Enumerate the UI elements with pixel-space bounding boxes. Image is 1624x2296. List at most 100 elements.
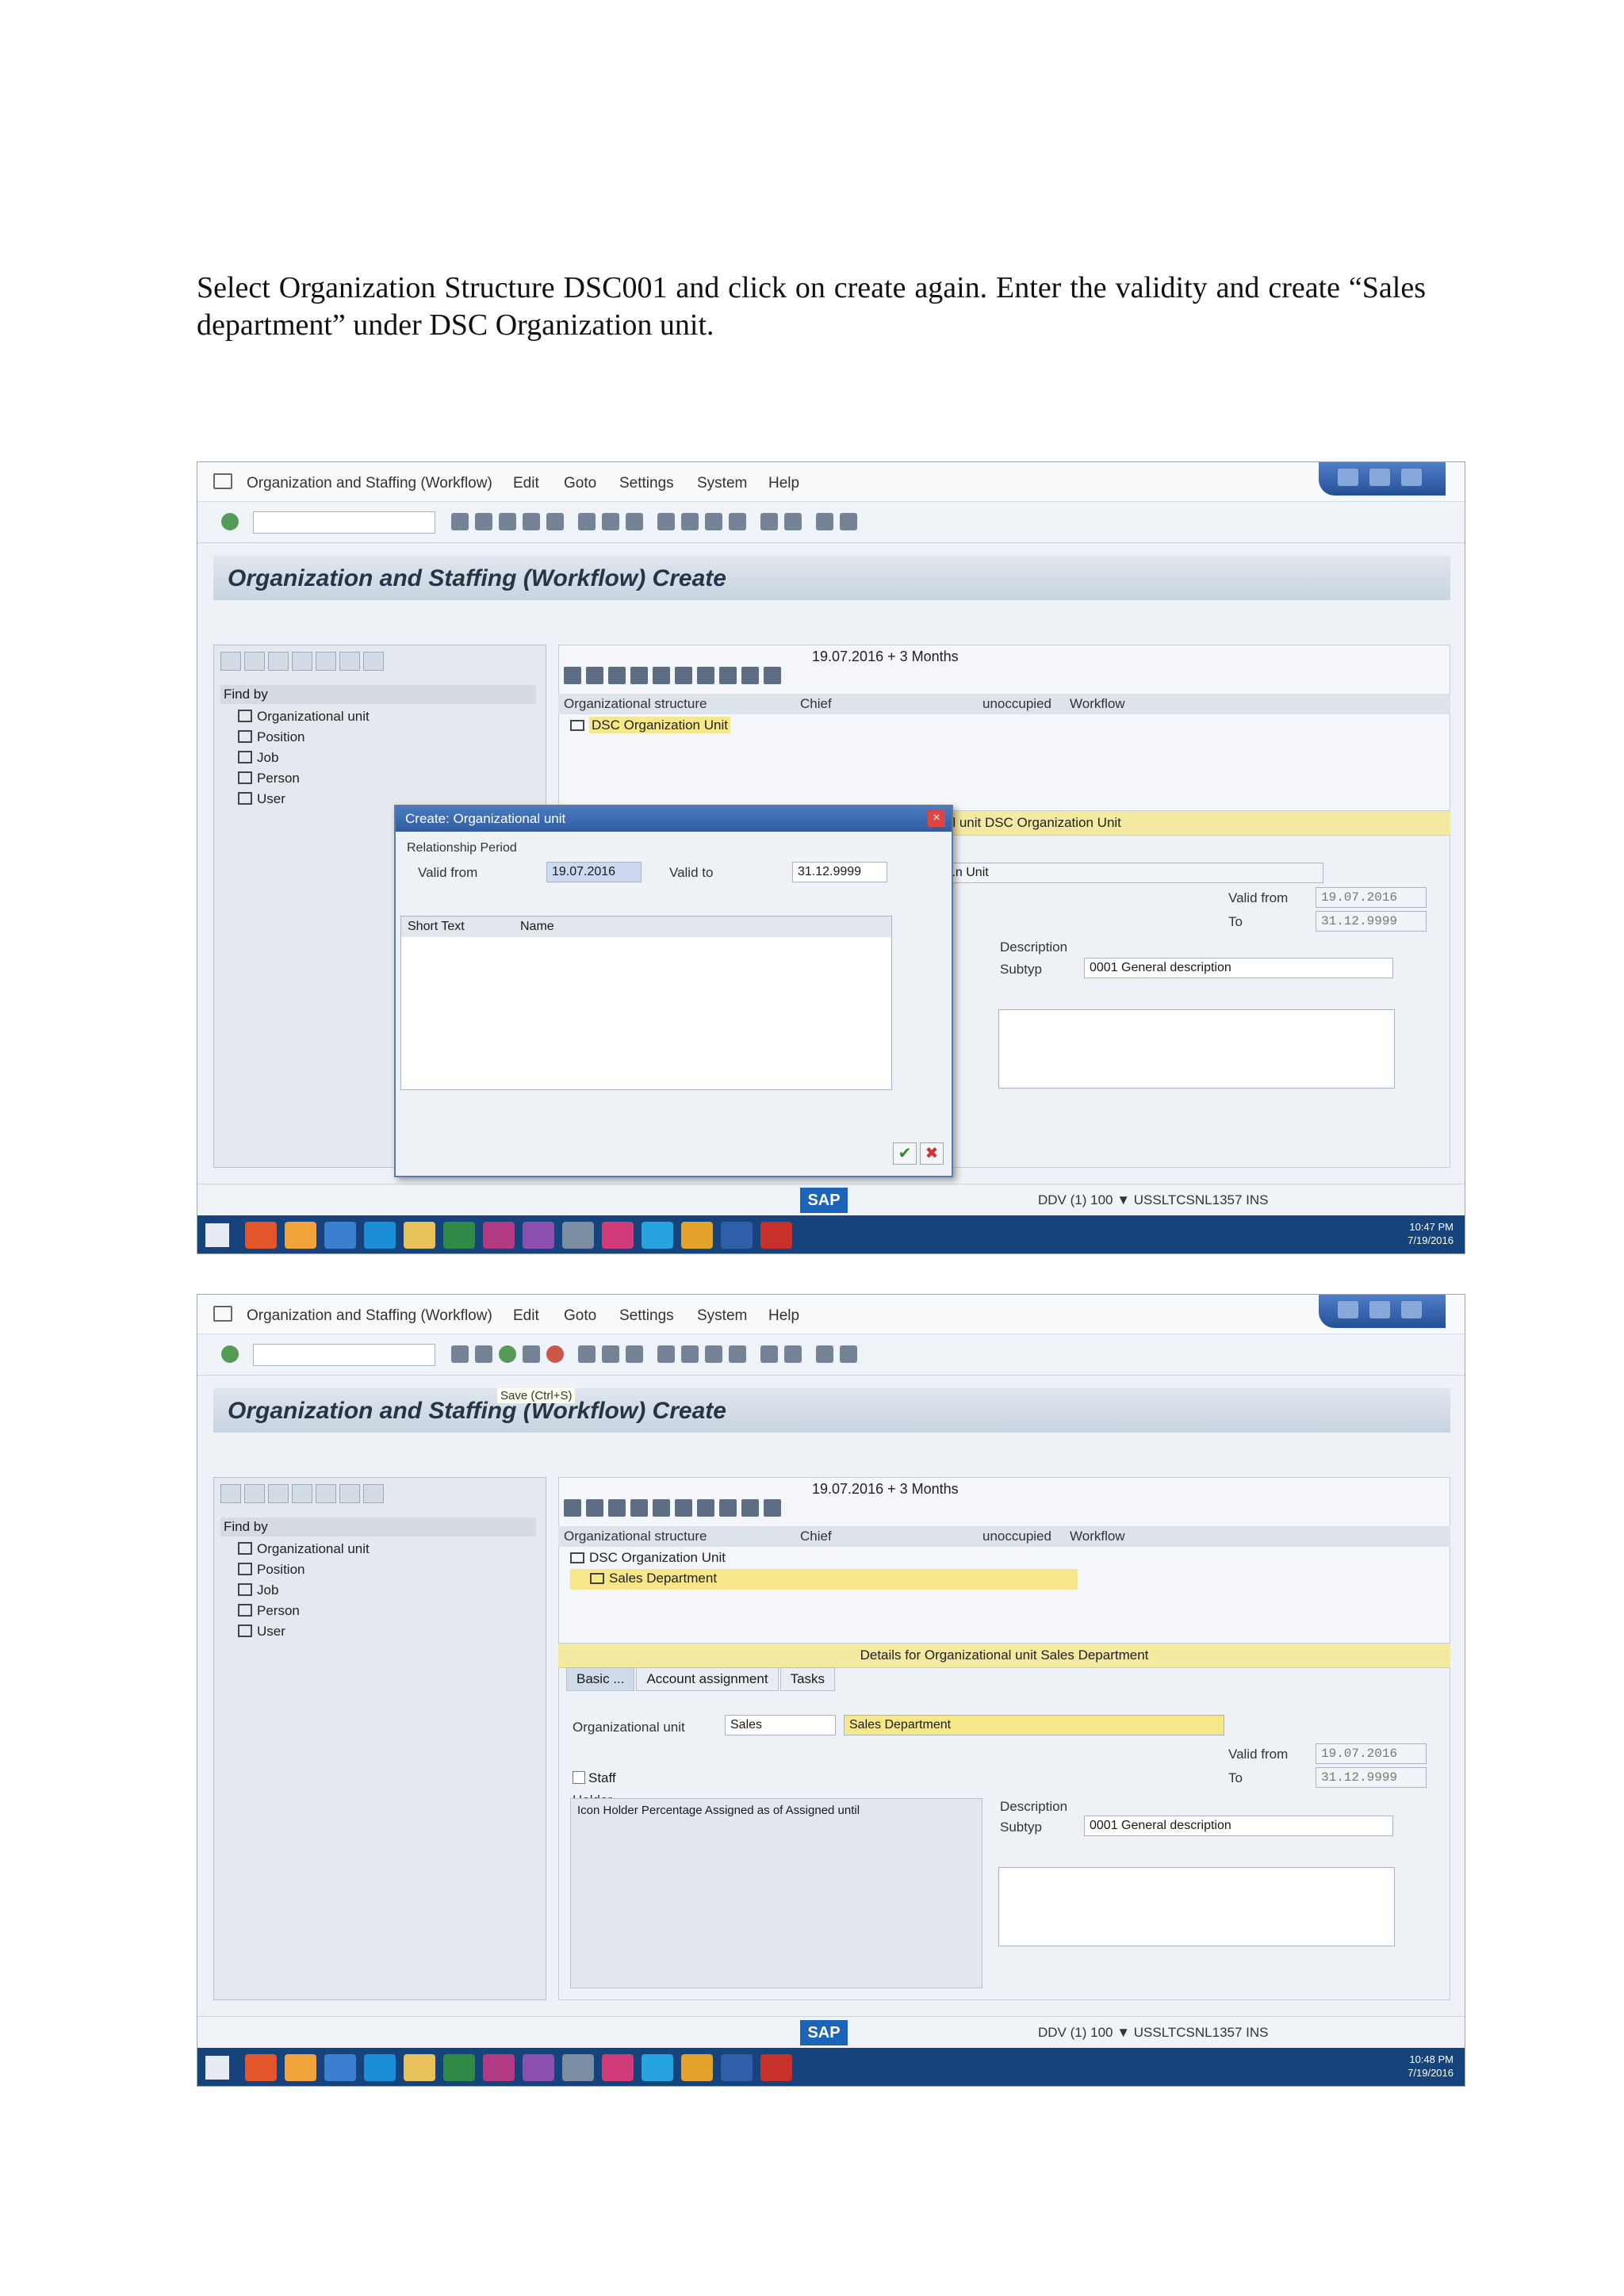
app-icon[interactable] bbox=[562, 1222, 594, 1249]
delete-icon[interactable] bbox=[630, 1499, 648, 1517]
save-icon[interactable] bbox=[475, 513, 492, 530]
help-icon[interactable] bbox=[816, 1345, 833, 1363]
close-icon[interactable] bbox=[1401, 469, 1422, 486]
dialog-ok-button[interactable]: ✔ bbox=[893, 1142, 917, 1165]
last-page-icon[interactable] bbox=[729, 1345, 746, 1363]
maximize-icon[interactable] bbox=[1369, 1301, 1390, 1318]
tree-item-org-unit[interactable]: Organizational unit bbox=[238, 1541, 370, 1557]
collapse-icon[interactable] bbox=[675, 667, 692, 684]
list-icon[interactable] bbox=[268, 652, 289, 671]
command-field[interactable] bbox=[253, 511, 435, 534]
pdf-icon[interactable] bbox=[760, 2054, 792, 2081]
dialog-close-icon[interactable]: × bbox=[928, 809, 945, 827]
collapse-icon[interactable] bbox=[675, 1499, 692, 1517]
menu-item-goto[interactable]: Goto bbox=[564, 1307, 596, 1325]
command-field[interactable] bbox=[253, 1344, 435, 1366]
dialog-cancel-button[interactable]: ✖ bbox=[920, 1142, 944, 1165]
org-unit-short-input[interactable]: Sales bbox=[725, 1715, 836, 1735]
onenote2-icon[interactable] bbox=[523, 1222, 554, 1249]
copy-icon[interactable] bbox=[586, 1499, 603, 1517]
refresh-icon[interactable] bbox=[499, 513, 516, 530]
subtype-select[interactable]: 0001 General description bbox=[1084, 1816, 1393, 1836]
explorer-icon[interactable] bbox=[404, 1222, 435, 1249]
onenote-icon[interactable] bbox=[483, 2054, 515, 2081]
find-next-icon[interactable] bbox=[626, 1345, 643, 1363]
org-unit-name-input[interactable]: Sales Department bbox=[844, 1715, 1224, 1735]
forward-arrow-icon[interactable] bbox=[244, 652, 265, 671]
find-icon[interactable] bbox=[719, 1499, 737, 1517]
prev-page-icon[interactable] bbox=[681, 1345, 699, 1363]
find-icon[interactable] bbox=[719, 667, 737, 684]
filter-icon[interactable] bbox=[339, 652, 360, 671]
excel-icon[interactable] bbox=[443, 2054, 475, 2081]
folder-icon[interactable] bbox=[681, 1222, 713, 1249]
ie-icon[interactable] bbox=[324, 2054, 356, 2081]
staff-checkbox-row[interactable]: Staff bbox=[573, 1770, 616, 1786]
forward-arrow-icon[interactable] bbox=[244, 1484, 265, 1503]
list-icon[interactable] bbox=[268, 1484, 289, 1503]
sort-icon[interactable] bbox=[741, 1499, 759, 1517]
tree-item-position[interactable]: Position bbox=[238, 1562, 304, 1578]
onenote-icon[interactable] bbox=[483, 1222, 515, 1249]
columns-icon[interactable] bbox=[764, 1499, 781, 1517]
windows-start-icon[interactable] bbox=[205, 1223, 229, 1247]
save-icon[interactable] bbox=[475, 1345, 492, 1363]
windows-start-icon[interactable] bbox=[205, 2056, 229, 2080]
menu-item-app[interactable]: Organization and Staffing (Workflow) bbox=[247, 1307, 492, 1325]
refresh-icon[interactable] bbox=[499, 1345, 516, 1363]
create-icon[interactable] bbox=[564, 667, 581, 684]
menu-item-help[interactable]: Help bbox=[768, 1307, 799, 1325]
skype2-icon[interactable] bbox=[642, 1222, 673, 1249]
skype2-icon[interactable] bbox=[642, 2054, 673, 2081]
exit-icon[interactable] bbox=[523, 513, 540, 530]
org-row-dsc[interactable]: DSC Organization Unit bbox=[570, 717, 730, 733]
layout-icon[interactable] bbox=[840, 1345, 857, 1363]
enter-icon[interactable] bbox=[221, 513, 239, 530]
help-icon[interactable] bbox=[816, 513, 833, 530]
sort-icon[interactable] bbox=[741, 667, 759, 684]
menu-item-edit[interactable]: Edit bbox=[513, 1307, 539, 1325]
folder-icon[interactable] bbox=[681, 2054, 713, 2081]
exit-icon[interactable] bbox=[523, 1345, 540, 1363]
back-icon[interactable] bbox=[451, 513, 469, 530]
itunes-icon[interactable] bbox=[602, 1222, 634, 1249]
chrome-icon[interactable] bbox=[245, 1222, 277, 1249]
onenote2-icon[interactable] bbox=[523, 2054, 554, 2081]
tree-item-job[interactable]: Job bbox=[238, 1582, 278, 1598]
description-textarea[interactable] bbox=[998, 1867, 1395, 1946]
word-icon[interactable] bbox=[721, 2054, 753, 2081]
new-session-icon[interactable] bbox=[760, 513, 778, 530]
move-icon[interactable] bbox=[608, 667, 626, 684]
tree-item-person[interactable]: Person bbox=[238, 771, 300, 786]
skype-icon[interactable] bbox=[364, 2054, 396, 2081]
system-menu-icon[interactable] bbox=[213, 473, 232, 489]
table-icon[interactable] bbox=[316, 652, 336, 671]
cancel-icon[interactable] bbox=[546, 1345, 564, 1363]
minimize-icon[interactable] bbox=[1338, 1301, 1358, 1318]
shortcut-icon[interactable] bbox=[784, 513, 802, 530]
menu-item-system[interactable]: System bbox=[697, 1307, 747, 1325]
columns-icon[interactable] bbox=[764, 667, 781, 684]
ie-icon[interactable] bbox=[324, 1222, 356, 1249]
filter-icon[interactable] bbox=[339, 1484, 360, 1503]
print-icon[interactable] bbox=[697, 1499, 714, 1517]
menu-item-settings[interactable]: Settings bbox=[619, 475, 674, 492]
close-icon[interactable] bbox=[1401, 1301, 1422, 1318]
print-icon[interactable] bbox=[697, 667, 714, 684]
prev-page-icon[interactable] bbox=[681, 513, 699, 530]
menu-item-goto[interactable]: Goto bbox=[564, 475, 596, 492]
shortcut-icon[interactable] bbox=[784, 1345, 802, 1363]
outlook-icon[interactable] bbox=[285, 1222, 316, 1249]
move-icon[interactable] bbox=[608, 1499, 626, 1517]
cancel-icon[interactable] bbox=[546, 513, 564, 530]
tree-item-user[interactable]: User bbox=[238, 791, 285, 807]
subtype-select[interactable]: 0001 General description bbox=[1084, 958, 1393, 978]
find-icon[interactable] bbox=[602, 1345, 619, 1363]
first-page-icon[interactable] bbox=[657, 1345, 675, 1363]
home-icon[interactable] bbox=[363, 1484, 384, 1503]
itunes-icon[interactable] bbox=[602, 2054, 634, 2081]
last-page-icon[interactable] bbox=[729, 513, 746, 530]
find-next-icon[interactable] bbox=[626, 513, 643, 530]
next-page-icon[interactable] bbox=[705, 1345, 722, 1363]
menu-item-help[interactable]: Help bbox=[768, 475, 799, 492]
